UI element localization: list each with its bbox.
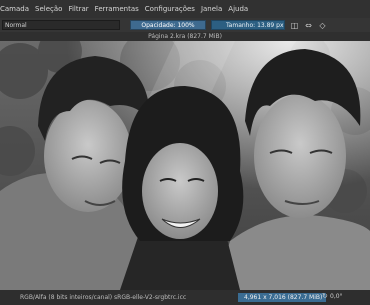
- menu-layer[interactable]: Camada: [0, 5, 29, 13]
- artwork: [0, 41, 370, 290]
- color-profile-text: RGB/Alfa (8 bits inteiros/canal) sRGB-el…: [20, 294, 187, 301]
- rotation-icon[interactable]: ↻: [322, 292, 328, 300]
- wrap-icon[interactable]: ◇: [318, 21, 327, 30]
- menu-help[interactable]: Ajuda: [228, 5, 248, 13]
- size-slider[interactable]: Tamanho: 13.89 px: [211, 20, 285, 30]
- tool-options-bar: Normal Opacidade: 100% Tamanho: 13.89 px…: [0, 18, 370, 32]
- blend-mode-select[interactable]: Normal: [2, 20, 120, 30]
- menu-select[interactable]: Seleção: [35, 5, 62, 13]
- size-value: Tamanho: 13.89 px: [226, 21, 284, 29]
- menu-window[interactable]: Janela: [201, 5, 222, 13]
- lock-icon[interactable]: ◫: [290, 21, 299, 30]
- center-figure: [120, 86, 244, 290]
- menu-bar: Camada Seleção Filtrar Ferramentas Confi…: [0, 0, 370, 18]
- menu-settings[interactable]: Configurações: [145, 5, 195, 13]
- drawing-canvas[interactable]: [0, 41, 370, 290]
- image-size-value: 4,961 x 7,016 (827.7 MiB): [244, 294, 323, 301]
- status-bar: RGB/Alfa (8 bits inteiros/canal) sRGB-el…: [0, 290, 370, 305]
- blend-mode-value: Normal: [5, 21, 27, 29]
- menu-tools[interactable]: Ferramentas: [95, 5, 139, 13]
- rotation-value: 0,0°: [330, 293, 343, 300]
- opacity-value: Opacidade: 100%: [141, 21, 195, 29]
- document-title: Página 2.kra (827.7 MiB): [0, 32, 370, 41]
- menu-filter[interactable]: Filtrar: [68, 5, 88, 13]
- image-size-field[interactable]: 4,961 x 7,016 (827.7 MiB): [238, 293, 326, 302]
- opacity-slider[interactable]: Opacidade: 100%: [130, 20, 206, 30]
- mirror-icon[interactable]: ⇔: [304, 21, 313, 30]
